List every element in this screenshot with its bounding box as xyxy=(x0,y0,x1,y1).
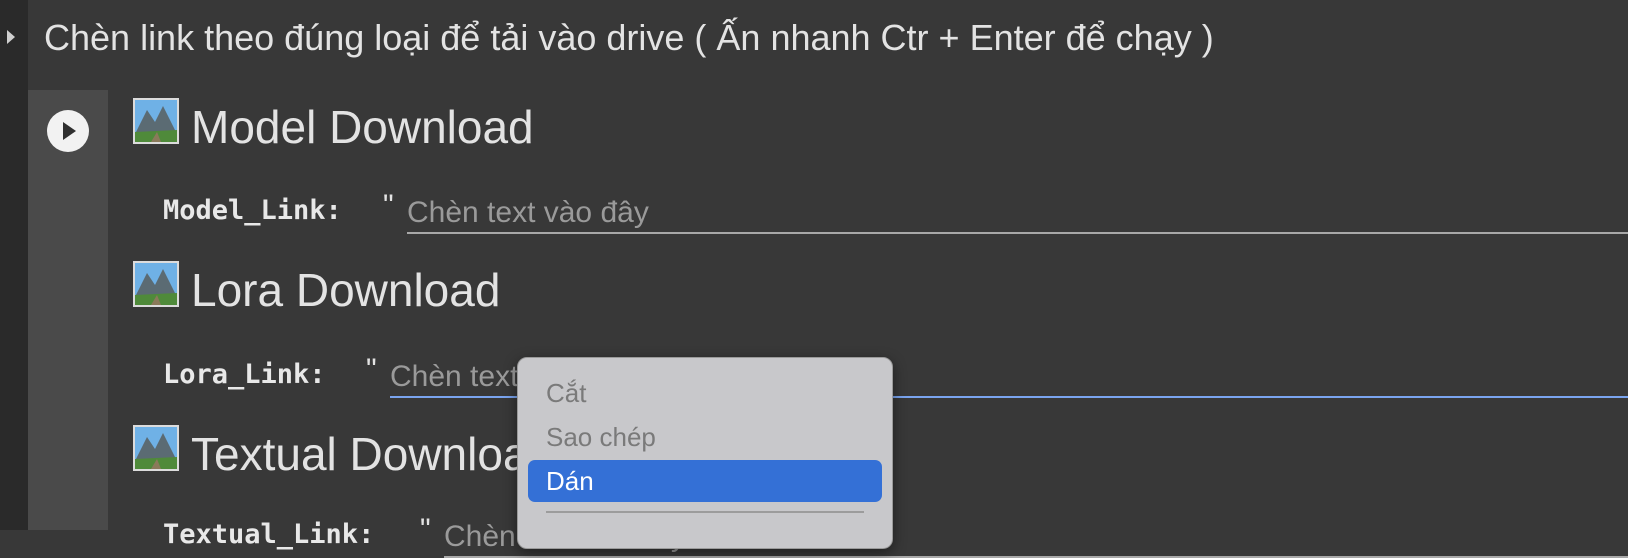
textual-link-label: Textual_Link: xyxy=(163,519,375,550)
context-menu-cut[interactable]: Cắt xyxy=(528,372,882,414)
heading-text: Lora Download xyxy=(191,264,501,316)
model-link-input[interactable] xyxy=(407,194,1628,234)
model-link-label: Model_Link: xyxy=(163,195,342,226)
left-gutter xyxy=(0,0,28,530)
context-menu-separator xyxy=(546,511,864,513)
landscape-icon xyxy=(133,425,179,482)
textual-download-heading: Textual Download xyxy=(133,425,555,486)
quote-mark: " xyxy=(420,513,431,546)
heading-text: Model Download xyxy=(191,101,534,153)
model-download-heading: Model Download xyxy=(133,98,534,159)
quote-mark: " xyxy=(383,189,394,222)
lora-download-heading: Lora Download xyxy=(133,261,501,322)
section-title: Chèn link theo đúng loại để tải vào driv… xyxy=(44,17,1214,58)
context-menu-paste[interactable]: Dán xyxy=(528,460,882,502)
context-menu: Cắt Sao chép Dán xyxy=(517,357,893,549)
landscape-icon xyxy=(133,261,179,318)
quote-mark: " xyxy=(366,353,377,386)
landscape-icon xyxy=(133,98,179,155)
cell-run-column xyxy=(28,90,108,530)
expand-caret-icon[interactable] xyxy=(7,30,15,44)
run-cell-button[interactable] xyxy=(47,110,89,152)
heading-text: Textual Download xyxy=(191,428,555,480)
lora-link-label: Lora_Link: xyxy=(163,359,326,390)
context-menu-copy[interactable]: Sao chép xyxy=(528,416,882,458)
